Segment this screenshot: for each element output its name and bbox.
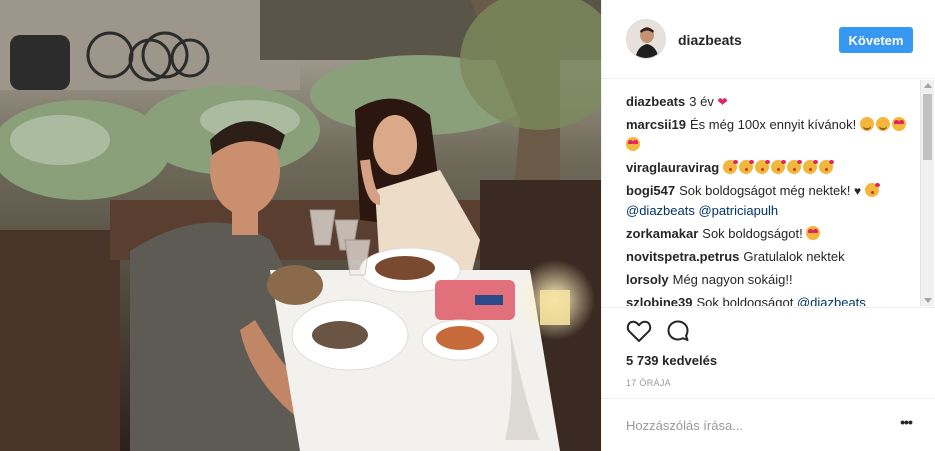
comment-text: 3 év — [689, 94, 714, 109]
scroll-thumb[interactable] — [923, 94, 932, 160]
comment-username[interactable]: szlobine39 — [626, 295, 692, 306]
kiss-emoji-icon — [819, 160, 835, 174]
comment-text: Még nagyon sokáig!! — [672, 272, 793, 287]
mention-link[interactable]: @diazbeats — [626, 203, 695, 218]
kiss-emoji-icon — [771, 160, 787, 174]
comment-bubble-icon[interactable] — [666, 319, 690, 343]
comment-text: Sok boldogságot — [696, 295, 797, 306]
comment-item: marcsii19 És még 100x ennyit kívánok! — [626, 115, 918, 155]
comment-item: novitspetra.petrus Gratulalok nektek — [626, 247, 918, 267]
comments-list: diazbeats 3 év ❤ marcsii19 És még 100x enn… — [602, 80, 918, 306]
comment-item: zorkamakar Sok boldogságot! — [626, 224, 918, 244]
avatar-icon — [627, 20, 665, 58]
kiss-emoji-icon — [723, 160, 739, 174]
comment-username[interactable]: diazbeats — [626, 94, 685, 109]
mention-link[interactable]: @patriciapulh — [698, 203, 778, 218]
post-actions: 5 739 kedvelés 17 órája ••• — [602, 307, 935, 451]
comment-text: És még 100x ennyit kívánok! — [690, 117, 857, 132]
comment-username[interactable]: zorkamakar — [626, 226, 698, 241]
comment-text: Sok boldogságot! — [702, 226, 803, 241]
comment-username[interactable]: lorsoly — [626, 272, 669, 287]
photo-illustration — [0, 0, 601, 451]
more-options-icon[interactable]: ••• — [898, 415, 914, 433]
follow-button[interactable]: Követem — [839, 27, 913, 53]
heart-like-icon[interactable] — [626, 319, 652, 343]
heart-eyes-emoji-icon — [626, 137, 640, 151]
comment-username[interactable]: bogi547 — [626, 183, 675, 198]
comment-username[interactable]: marcsii19 — [626, 117, 686, 132]
comments-scrollbar[interactable] — [920, 80, 934, 306]
scroll-up-arrow-icon[interactable] — [924, 83, 932, 88]
post-timestamp: 17 órája — [626, 378, 671, 388]
comment-text: Sok boldogságot még nektek! — [679, 183, 851, 198]
kiss-emoji-icon — [755, 160, 771, 174]
comment-input[interactable] — [626, 415, 886, 435]
kiss-emoji-icon — [787, 160, 803, 174]
comment-text: Gratulalok nektek — [743, 249, 845, 264]
mention-link[interactable]: @diazbeats — [797, 295, 866, 306]
likes-count[interactable]: 5 739 kedvelés — [626, 353, 717, 368]
heart-eyes-emoji-icon — [891, 117, 906, 131]
comment-username[interactable]: novitspetra.petrus — [626, 249, 739, 264]
black-heart-icon: ♥ — [854, 184, 862, 198]
blush-emoji-icon — [859, 117, 874, 131]
comment-item: diazbeats 3 év ❤ — [626, 92, 918, 112]
post-photo[interactable] — [0, 0, 601, 451]
post-header: diazbeats Követem — [602, 0, 935, 79]
comment-item: viraglauravirag — [626, 158, 918, 178]
post-side-panel: diazbeats Követem diazbeats 3 év ❤ marcsi… — [601, 0, 935, 451]
heart-eyes-emoji-icon — [806, 226, 821, 240]
comment-item: szlobine39 Sok boldogságot @diazbeats — [626, 293, 918, 306]
blush-emoji-icon — [875, 117, 890, 131]
scroll-down-arrow-icon[interactable] — [924, 298, 932, 303]
add-comment-section: ••• — [602, 398, 935, 451]
kiss-emoji-icon — [864, 183, 880, 197]
header-username[interactable]: diazbeats — [678, 32, 742, 48]
comment-item: lorsoly Még nagyon sokáig!! — [626, 270, 918, 290]
user-avatar[interactable] — [626, 19, 666, 59]
comment-item: bogi547 Sok boldogságot még nektek! ♥ @di… — [626, 181, 918, 221]
red-heart-icon: ❤ — [717, 95, 728, 109]
comment-username[interactable]: viraglauravirag — [626, 160, 719, 175]
kiss-emoji-icon — [803, 160, 819, 174]
kiss-emoji-icon — [739, 160, 755, 174]
